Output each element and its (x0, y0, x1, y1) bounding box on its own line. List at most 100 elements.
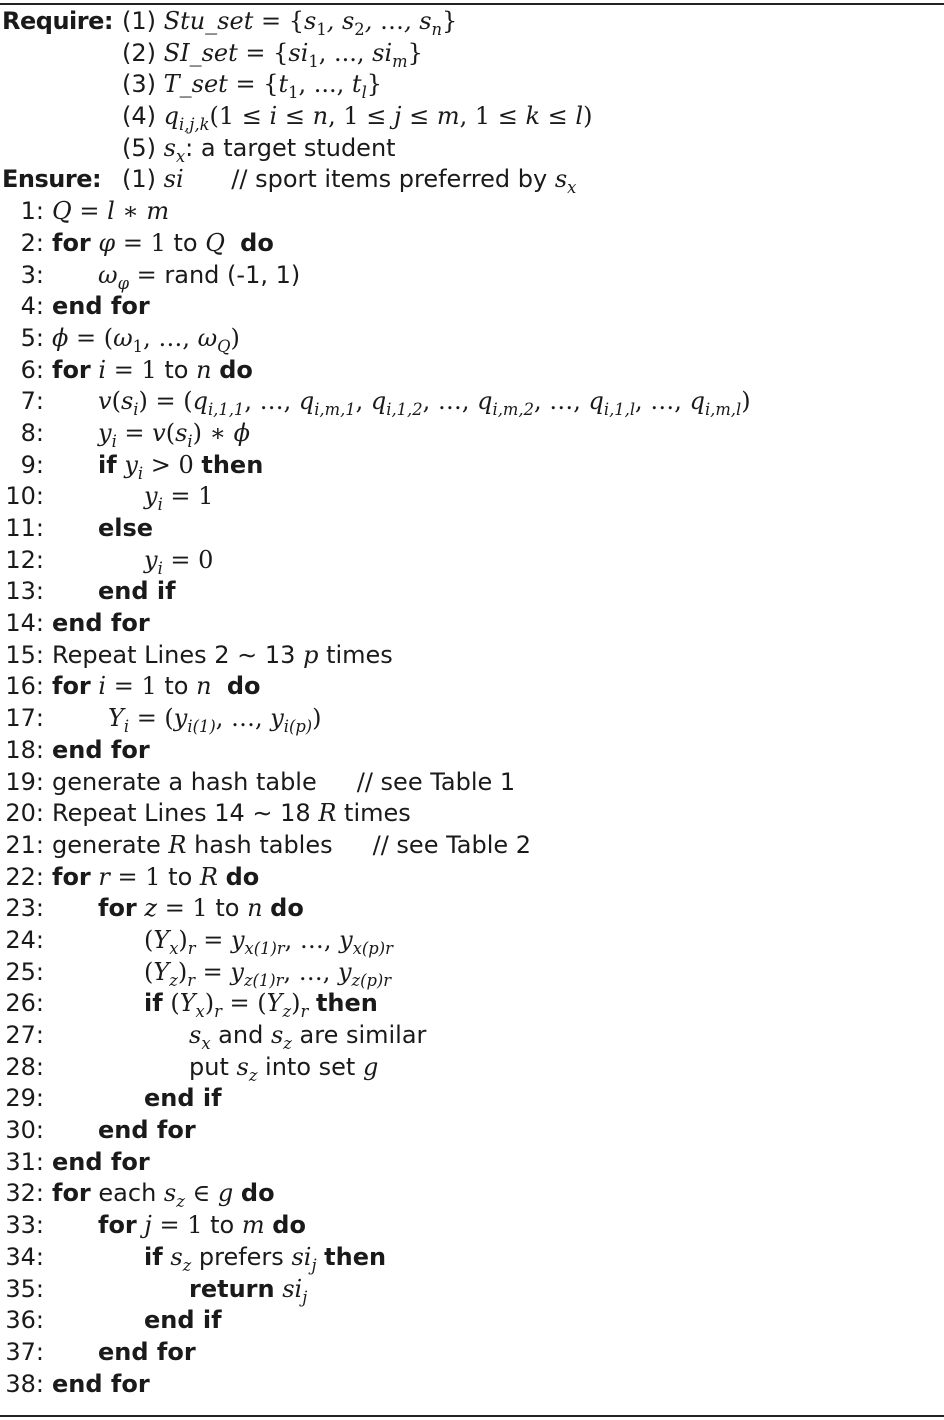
line-number: 5: (20, 323, 44, 352)
line-1: 1: Q = l ∗ m (0, 196, 944, 228)
line-number: 23: (5, 894, 44, 923)
line-29: 29: end if (0, 1083, 944, 1115)
ensure-comment: // sport items preferred by sx (231, 165, 577, 198)
line-36: 36: end if (0, 1305, 944, 1337)
ensure-num: (1) (122, 165, 156, 194)
line-25: 25: (Yz)r = yz(1)r, …, yz(p)r (0, 957, 944, 989)
ensure-label: Ensure: (2, 165, 102, 194)
line-24: 24: (Yx)r = yx(1)r, …, yx(p)r (0, 925, 944, 957)
line-number: 16: (5, 672, 44, 701)
line-37: 37: end for (0, 1337, 944, 1369)
line-34: 34: if sz prefers sij then (0, 1242, 944, 1274)
line-number: 7: (20, 387, 44, 416)
require-row-1: Require: (1) Stu_set = {s1, s2, …, sn} (0, 6, 944, 38)
line-number: 31: (5, 1147, 44, 1176)
line-number: 15: (5, 640, 44, 669)
line-number: 10: (5, 482, 44, 511)
line-22: 22: for r = 1 to R do (0, 862, 944, 894)
line-number: 26: (5, 989, 44, 1018)
line-number: 35: (5, 1274, 44, 1303)
line-3: 3: ωφ = rand (-1, 1) (0, 260, 944, 292)
line-33: 33: for j = 1 to m do (0, 1210, 944, 1242)
comment: // see Table 1 (356, 767, 516, 796)
line-12: 12: yi = 0 (0, 545, 944, 577)
line-number: 18: (5, 735, 44, 764)
require-row-5: (5) sx: a target student (0, 133, 944, 165)
line-number: 8: (20, 418, 44, 447)
line-number: 38: (5, 1369, 44, 1398)
line-number: 9: (20, 450, 44, 479)
line-number: 27: (5, 1021, 44, 1049)
line-number: 19: (5, 767, 44, 796)
line-number: 30: (5, 1116, 44, 1145)
line-30: 30: end for (0, 1115, 944, 1147)
line-8: 8: yi = v(si) ∗ ϕ (0, 418, 944, 450)
require-num: (2) (122, 38, 156, 67)
line-5: 5: ϕ = (ω1, …, ωQ) (0, 323, 944, 355)
line-number: 37: (5, 1337, 44, 1366)
comment: // see Table 2 (372, 830, 532, 859)
line-17: 17: Yi = (yi(1), …, yi(p)) (0, 703, 944, 735)
line-number: 1: (20, 197, 44, 226)
line-number: 4: (20, 292, 44, 321)
line-11: 11: else (0, 513, 944, 545)
line-38: 38: end for (0, 1369, 944, 1401)
line-number: 12: (5, 545, 44, 574)
top-rule (0, 3, 944, 5)
require-num: (5) (122, 133, 156, 162)
line-number: 3: (20, 260, 44, 289)
line-number: 33: (5, 1211, 44, 1240)
line-number: 6: (20, 355, 44, 384)
require-row-4: (4) qi,j,k(1 ≤ i ≤ n, 1 ≤ j ≤ m, 1 ≤ k ≤… (0, 101, 944, 133)
require-row-2: (2) SI_set = {si1, ..., sim} (0, 38, 944, 70)
require-t-set: T_set = {t1, ..., tl} (163, 70, 383, 103)
line-14: 14: end for (0, 608, 944, 640)
ensure-row: Ensure: (1) si // sport items preferred … (0, 164, 944, 196)
line-18: 18: end for (0, 735, 944, 767)
line-32: 32: for each sz ∈ g do (0, 1178, 944, 1210)
line-number: 25: (5, 957, 44, 986)
line-7: 7: v(si) = (qi,1,1, …, qi,m,1, qi,1,2, …,… (0, 386, 944, 418)
line-27: 27: sx and sz are similar (0, 1020, 944, 1052)
line-number: 11: (5, 514, 44, 542)
line-number: 36: (5, 1306, 44, 1335)
line-number: 22: (5, 862, 44, 891)
line-number: 28: (5, 1052, 44, 1081)
require-si-set: SI_set = {si1, ..., sim} (163, 38, 423, 71)
require-row-3: (3) T_set = {t1, ..., tl} (0, 69, 944, 101)
line-35: 35: return sij (0, 1274, 944, 1306)
line-31: 31: end for (0, 1147, 944, 1179)
line-4: 4: end for (0, 291, 944, 323)
require-target: sx: a target student (163, 133, 396, 166)
line-number: 32: (5, 1179, 44, 1208)
require-num: (3) (122, 70, 156, 99)
require-num: (1) (122, 7, 156, 35)
line-number: 34: (5, 1242, 44, 1271)
line-number: 17: (5, 704, 44, 733)
line-number: 20: (5, 799, 44, 828)
line-9: 9: if yi > 0 then (0, 450, 944, 482)
line-21: 21: generate R hash tables// see Table 2 (0, 830, 944, 862)
line-number: 13: (5, 577, 44, 606)
line-number: 21: (5, 830, 44, 859)
line-6: 6: for i = 1 to n do (0, 355, 944, 387)
line-number: 14: (5, 609, 44, 638)
require-num: (4) (122, 102, 156, 131)
require-stu-set: Stu_set = {s1, s2, …, sn} (163, 7, 458, 39)
line-23: 23: for z = 1 to n do (0, 893, 944, 925)
algorithm-block: Require: (1) Stu_set = {s1, s2, …, sn} (… (0, 6, 944, 1400)
line-2: 2: for φ = 1 to Q do (0, 228, 944, 260)
line-10: 10: yi = 1 (0, 481, 944, 513)
line-19: 19: generate a hash table// see Table 1 (0, 767, 944, 799)
line-number: 29: (5, 1084, 44, 1113)
line-20: 20: Repeat Lines 14 ∼ 18 R times (0, 798, 944, 830)
line-number: 2: (20, 228, 44, 257)
line-13: 13: end if (0, 576, 944, 608)
line-26: 26: if (Yx)r = (Yz)r then (0, 988, 944, 1020)
line-28: 28: put sz into set g (0, 1052, 944, 1084)
bottom-rule (0, 1415, 944, 1417)
line-number: 24: (5, 925, 44, 954)
require-label: Require: (2, 7, 113, 35)
line-15: 15: Repeat Lines 2 ∼ 13 p times (0, 640, 944, 672)
line-16: 16: for i = 1 to n do (0, 671, 944, 703)
